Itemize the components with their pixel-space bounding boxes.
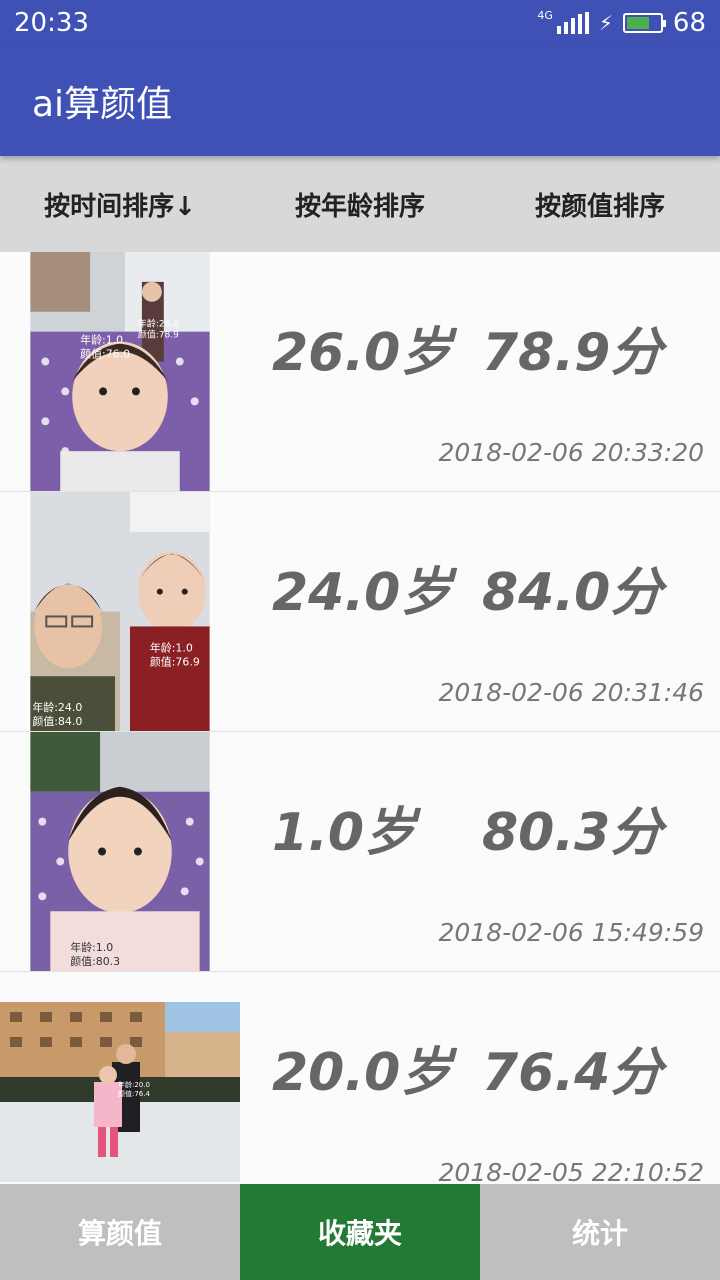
charging-icon: ⚡	[598, 11, 613, 35]
record-photo[interactable]: 年龄:1.0 颜值:76.0 年龄:26.0 颜值:78.9	[30, 252, 210, 491]
score-value: 84.0分	[482, 563, 663, 623]
battery-level: 68	[672, 8, 706, 38]
signal-icon	[556, 12, 589, 34]
record-timestamp: 2018-02-06 15:49:59	[438, 918, 704, 947]
record-photo[interactable]: 年龄:1.0 颜值:80.3	[30, 732, 210, 971]
record-list[interactable]: 年龄:1.0 颜值:76.0 年龄:26.0 颜值:78.9 26.0岁 78.…	[0, 252, 720, 1184]
nav-statistics-button[interactable]: 统计	[480, 1184, 720, 1280]
photo-image: 年龄:1.0 颜值:76.9 年龄:24.0 颜值:84.0	[30, 492, 210, 731]
sort-by-age-tab[interactable]: 按年龄排序	[240, 186, 480, 223]
app-bar: ai算颜值	[0, 46, 720, 156]
battery-icon	[622, 13, 666, 33]
record-timestamp: 2018-02-06 20:31:46	[438, 678, 704, 707]
photo-overlay-text: 年龄:1.0	[70, 940, 113, 954]
network-type: 4G	[537, 8, 553, 22]
photo-overlay-text: 年龄:24.0	[32, 700, 82, 714]
score-value: 76.4分	[482, 1043, 663, 1103]
photo-overlay-text: 年龄:1.0	[80, 333, 123, 347]
photo-image: 年龄:1.0 颜值:80.3	[30, 732, 210, 971]
age-value: 24.0岁	[272, 563, 453, 623]
photo-overlay-text: 颜值:76.0	[80, 348, 130, 361]
sort-by-time-tab[interactable]: 按时间排序↓	[0, 186, 240, 223]
score-value: 78.9分	[482, 323, 663, 383]
photo-image: 年龄:20.0 颜值:76.4	[0, 1002, 240, 1182]
photo-overlay-text: 颜值:80.3	[70, 955, 120, 968]
record-timestamp: 2018-02-06 20:33:20	[438, 438, 704, 467]
record-row[interactable]: 年龄:1.0 颜值:76.0 年龄:26.0 颜值:78.9 26.0岁 78.…	[0, 252, 720, 492]
record-photo[interactable]: 年龄:20.0 颜值:76.4	[0, 1002, 240, 1182]
photo-image: 年龄:1.0 颜值:76.0 年龄:26.0 颜值:78.9	[30, 252, 210, 491]
age-value: 26.0岁	[272, 323, 453, 383]
sort-bar: 按时间排序↓ 按年龄排序 按颜值排序	[0, 156, 720, 252]
photo-overlay-text: 年龄:1.0	[150, 640, 193, 654]
app-title: ai算颜值	[32, 84, 173, 125]
record-row[interactable]: 年龄:1.0 颜值:80.3 1.0岁 80.3分 2018-02-06 15:…	[0, 732, 720, 972]
battery-fill	[626, 17, 649, 29]
record-row[interactable]: 年龄:1.0 颜值:76.9 年龄:24.0 颜值:84.0 24.0岁 84.…	[0, 492, 720, 732]
photo-overlay-text: 颜值:76.9	[150, 655, 200, 668]
photo-overlay-text: 颜值:84.0	[32, 715, 82, 728]
status-icons: 4G ⚡ 68	[537, 8, 706, 38]
record-timestamp: 2018-02-05 22:10:52	[438, 1158, 704, 1184]
age-value: 20.0岁	[272, 1043, 453, 1103]
age-value: 1.0岁	[272, 803, 417, 863]
score-value: 80.3分	[482, 803, 663, 863]
record-row[interactable]: 年龄:20.0 颜值:76.4 20.0岁 76.4分 2018-02-05 2…	[0, 972, 720, 1184]
sort-by-score-tab[interactable]: 按颜值排序	[480, 186, 720, 223]
photo-overlay-text: 年龄:20.0	[118, 1080, 150, 1089]
bottom-navigation: 算颜值 收藏夹 统计	[0, 1184, 720, 1280]
status-time: 20:33	[14, 8, 89, 38]
photo-overlay-text: 颜值:76.4	[118, 1089, 150, 1098]
nav-calculate-button[interactable]: 算颜值	[0, 1184, 240, 1280]
record-photo[interactable]: 年龄:1.0 颜值:76.9 年龄:24.0 颜值:84.0	[30, 492, 210, 731]
photo-overlay-text: 颜值:78.9	[138, 329, 179, 341]
photo-overlay-text: 年龄:26.0	[138, 318, 179, 330]
status-bar: 20:33 4G ⚡ 68	[0, 0, 720, 46]
nav-favorites-button[interactable]: 收藏夹	[240, 1184, 480, 1280]
